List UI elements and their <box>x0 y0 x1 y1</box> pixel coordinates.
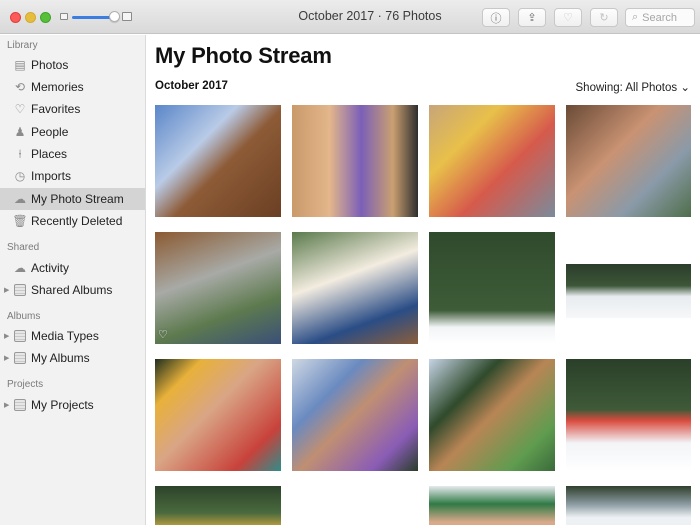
photo-thumbnail[interactable] <box>292 105 418 217</box>
sidebar-header-shared: Shared <box>7 242 40 253</box>
rotate-button[interactable]: ↻ <box>590 8 618 27</box>
photo-thumbnail[interactable] <box>566 359 691 471</box>
cloud-icon: ☁ <box>14 261 26 275</box>
sidebar-item-my-photo-stream[interactable]: ☁ My Photo Stream <box>0 188 145 210</box>
info-icon: ⓘ <box>490 12 502 25</box>
heart-icon: ♡ <box>14 102 26 116</box>
sidebar-item-media-types[interactable]: ▶ Media Types <box>0 325 145 347</box>
sidebar-item-places[interactable]: ⍿ Places <box>0 143 145 165</box>
album-icon <box>13 329 27 343</box>
sidebar-header-library: Library <box>7 40 38 51</box>
share-icon: ⇪ <box>527 12 537 24</box>
rotate-icon: ↻ <box>599 12 609 24</box>
photo-thumbnail[interactable] <box>429 232 555 344</box>
sidebar-item-label: Media Types <box>31 329 99 343</box>
disclosure-triangle-icon[interactable]: ▶ <box>4 401 9 409</box>
sidebar-item-label: Activity <box>31 261 70 275</box>
share-button[interactable]: ⇪ <box>518 8 546 27</box>
sidebar-item-label: My Projects <box>31 398 94 412</box>
album-icon <box>13 283 27 297</box>
sidebar-item-my-albums[interactable]: ▶ My Albums <box>0 347 145 369</box>
sidebar-item-imports[interactable]: ◷ Imports <box>0 165 145 187</box>
photo-thumbnail[interactable] <box>429 359 555 471</box>
photo-thumbnail[interactable] <box>292 359 418 471</box>
title-bar: October 2017 · 76 Photos ⓘ ⇪ ♡ ↻ ⌕ Searc… <box>0 0 700 34</box>
zoom-out-icon[interactable] <box>60 13 68 20</box>
photos-icon: ▤ <box>14 58 26 72</box>
moment-date-header: October 2017 <box>155 80 228 92</box>
clock-icon: ◷ <box>14 169 26 183</box>
showing-filter-dropdown[interactable]: Showing: All Photos ⌄ <box>576 80 691 94</box>
sidebar-item-activity[interactable]: ☁ Activity <box>0 257 145 279</box>
sidebar-item-memories[interactable]: ⟲ Memories <box>0 76 145 98</box>
search-field[interactable]: ⌕ Search <box>625 8 695 27</box>
album-icon <box>13 398 27 412</box>
zoom-in-icon[interactable] <box>122 12 132 21</box>
photo-thumbnail[interactable] <box>566 486 691 525</box>
heart-icon: ♡ <box>563 12 573 24</box>
sidebar-item-label: Shared Albums <box>31 283 113 297</box>
photo-thumbnail[interactable] <box>292 232 418 344</box>
sidebar-item-label: People <box>31 125 69 139</box>
chevron-down-icon: ⌄ <box>680 82 690 94</box>
sidebar: Library ▤ Photos ⟲ Memories ♡ Favorites … <box>0 35 146 525</box>
album-icon <box>13 351 27 365</box>
zoom-slider-knob[interactable] <box>109 11 120 22</box>
search-placeholder: Search <box>642 11 678 24</box>
photo-thumbnail[interactable] <box>155 359 281 471</box>
favorite-button[interactable]: ♡ <box>554 8 582 27</box>
sidebar-item-label: Places <box>31 147 68 161</box>
favorite-heart-icon: ♡ <box>158 329 168 341</box>
photo-thumbnail[interactable] <box>429 486 555 525</box>
disclosure-triangle-icon[interactable]: ▶ <box>4 332 9 340</box>
minimize-window-button[interactable] <box>25 12 36 23</box>
sidebar-item-favorites[interactable]: ♡ Favorites <box>0 98 145 120</box>
photo-thumbnail[interactable] <box>429 105 555 217</box>
sidebar-item-label: Favorites <box>31 102 81 116</box>
page-title: My Photo Stream <box>155 43 332 68</box>
sidebar-item-label: My Albums <box>31 351 90 365</box>
memories-icon: ⟲ <box>14 80 26 94</box>
sidebar-item-shared-albums[interactable]: ▶ Shared Albums <box>0 279 145 301</box>
sidebar-item-label: Memories <box>31 80 84 94</box>
photo-stream-view: My Photo Stream October 2017 Showing: Al… <box>147 35 700 525</box>
zoom-slider-track[interactable] <box>72 16 114 19</box>
sidebar-item-my-projects[interactable]: ▶ My Projects <box>0 394 145 416</box>
sidebar-item-label: Photos <box>31 58 69 72</box>
pin-icon: ⍿ <box>18 146 22 161</box>
sidebar-item-people[interactable]: ♟ People <box>0 121 145 143</box>
disclosure-triangle-icon[interactable]: ▶ <box>4 286 9 294</box>
sidebar-header-albums: Albums <box>7 311 41 322</box>
sidebar-item-label: Recently Deleted <box>31 214 123 228</box>
info-button[interactable]: ⓘ <box>482 8 510 27</box>
person-icon: ♟ <box>14 125 26 139</box>
trash-icon: 🗑 <box>12 214 28 228</box>
photo-thumbnail[interactable] <box>566 264 691 318</box>
cloud-icon: ☁ <box>14 192 26 206</box>
photo-thumbnail[interactable] <box>155 486 281 525</box>
search-icon: ⌕ <box>632 11 639 23</box>
window-title: October 2017 · 76 Photos <box>298 9 442 23</box>
photo-thumbnail[interactable] <box>155 105 281 217</box>
photos-app-window: October 2017 · 76 Photos ⓘ ⇪ ♡ ↻ ⌕ Searc… <box>0 0 700 525</box>
sidebar-header-projects: Projects <box>7 379 44 390</box>
photo-thumbnail[interactable]: ♡ <box>155 232 281 344</box>
sidebar-item-photos[interactable]: ▤ Photos <box>0 54 145 76</box>
sidebar-item-label: Imports <box>31 169 72 183</box>
photo-thumbnail[interactable] <box>566 105 691 217</box>
fullscreen-window-button[interactable] <box>40 12 51 23</box>
close-window-button[interactable] <box>10 12 21 23</box>
sidebar-item-label: My Photo Stream <box>31 192 124 206</box>
sidebar-item-recently-deleted[interactable]: 🗑 Recently Deleted <box>0 210 145 232</box>
disclosure-triangle-icon[interactable]: ▶ <box>4 354 9 362</box>
showing-filter-label: Showing: All Photos <box>575 82 678 94</box>
